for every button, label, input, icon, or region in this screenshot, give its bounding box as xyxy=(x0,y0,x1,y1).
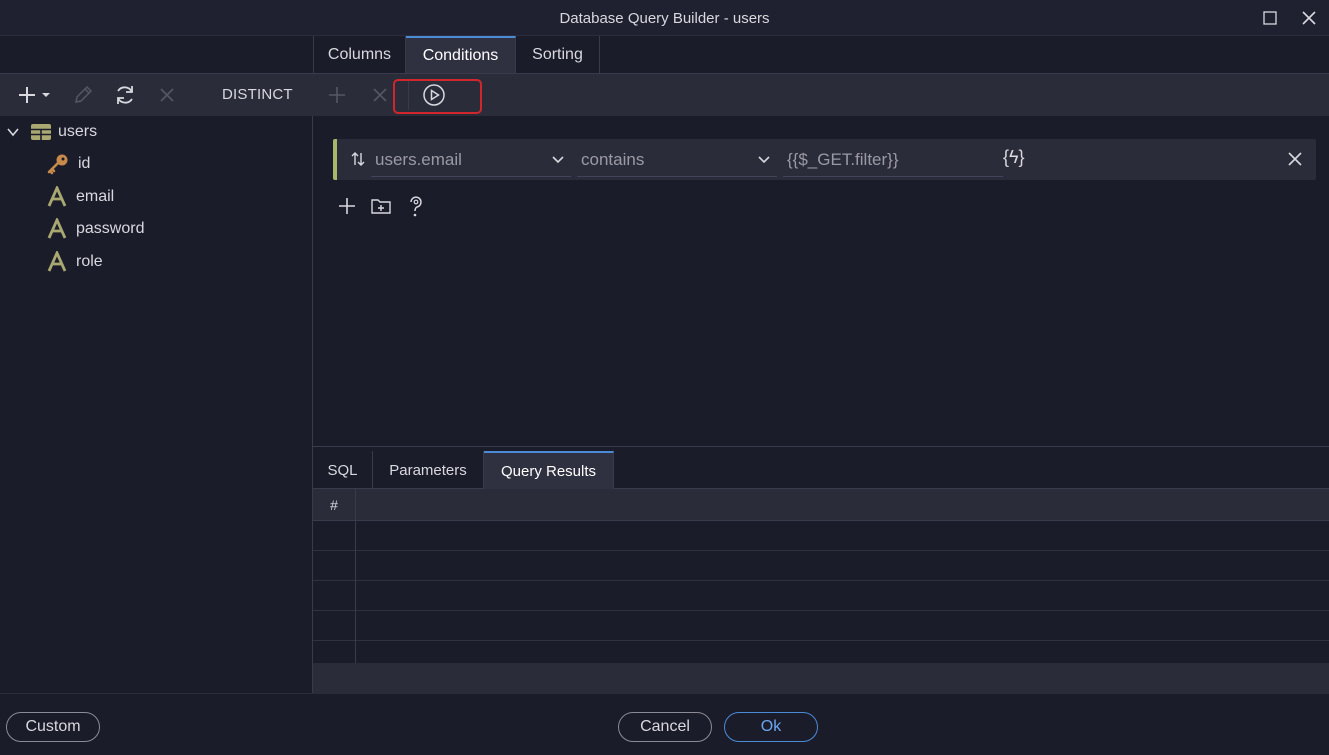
chevron-down-icon xyxy=(758,156,770,164)
toolbar-separator xyxy=(408,80,409,110)
table-row xyxy=(313,581,1329,611)
close-icon xyxy=(373,88,387,102)
cancel-button[interactable]: Cancel xyxy=(618,712,712,742)
tree-column-role[interactable]: role xyxy=(46,248,103,276)
column-label: id xyxy=(78,155,91,172)
title-bar: Database Query Builder - users xyxy=(0,0,1329,36)
add-condition-button[interactable] xyxy=(337,196,357,221)
condition-field-value: users.email xyxy=(375,149,462,169)
row-index-header: # xyxy=(313,489,356,521)
plus-icon xyxy=(329,87,345,103)
plus-icon xyxy=(339,198,355,214)
table-row xyxy=(313,521,1329,551)
results-header: # xyxy=(313,489,1329,521)
plus-icon xyxy=(19,87,35,103)
top-tab-bar: Columns Conditions Sorting xyxy=(0,36,1329,74)
table-icon xyxy=(31,124,51,140)
remove-condition-button[interactable] xyxy=(1287,151,1303,172)
text-type-icon xyxy=(47,186,67,207)
add-dropdown-button[interactable] xyxy=(12,80,56,110)
condition-field-select[interactable]: users.email xyxy=(371,143,571,177)
text-type-icon xyxy=(47,218,67,239)
column-label: role xyxy=(76,253,103,270)
add-group-button[interactable] xyxy=(370,196,392,221)
dynamic-lightning-icon: {ϟ} xyxy=(1003,147,1025,167)
toolbar: DISTINCT xyxy=(0,74,1329,116)
help-icon xyxy=(410,196,422,217)
run-query-button[interactable] xyxy=(420,80,448,110)
text-type-icon xyxy=(47,251,67,272)
condition-row: users.email contains {{$_GET.filter}} {ϟ… xyxy=(333,139,1316,180)
results-scrollbar-area xyxy=(313,663,1329,693)
column-label: password xyxy=(76,220,145,237)
tree-table-label: users xyxy=(58,123,98,140)
condition-operator-select[interactable]: contains xyxy=(577,143,777,177)
remove-condition-toolbar-button[interactable] xyxy=(368,80,392,110)
condition-value-input[interactable]: {{$_GET.filter}} xyxy=(783,143,1003,177)
maximize-icon xyxy=(1263,11,1277,25)
add-condition-toolbar-button[interactable] xyxy=(325,80,349,110)
chevron-down-icon xyxy=(552,156,564,164)
remove-button[interactable] xyxy=(155,80,179,110)
tab-parameters[interactable]: Parameters xyxy=(373,451,484,489)
table-row xyxy=(313,551,1329,581)
tree-table-users[interactable]: users xyxy=(6,118,97,146)
window-title: Database Query Builder - users xyxy=(559,10,770,27)
custom-button[interactable]: Custom xyxy=(6,712,100,742)
chevron-down-icon xyxy=(7,128,19,137)
condition-operator-value: contains xyxy=(581,149,645,169)
refresh-button[interactable] xyxy=(110,80,140,110)
key-icon xyxy=(47,154,68,175)
tab-columns[interactable]: Columns xyxy=(313,36,406,73)
close-icon xyxy=(1302,11,1316,25)
table-row xyxy=(313,641,1329,663)
refresh-icon xyxy=(117,86,133,104)
tab-sql[interactable]: SQL xyxy=(313,451,373,489)
sort-arrows-icon xyxy=(351,152,365,166)
conditions-panel: users.email contains {{$_GET.filter}} {ϟ… xyxy=(313,116,1329,446)
tab-conditions[interactable]: Conditions xyxy=(406,36,516,73)
close-icon xyxy=(160,88,174,102)
maximize-button[interactable] xyxy=(1258,6,1282,30)
help-button[interactable] xyxy=(407,195,425,224)
table-row xyxy=(313,611,1329,641)
distinct-toggle[interactable]: DISTINCT xyxy=(222,86,293,103)
play-circle-icon xyxy=(423,84,445,106)
column-label: email xyxy=(76,188,115,205)
ok-button[interactable]: Ok xyxy=(724,712,818,742)
edit-button[interactable] xyxy=(68,80,98,110)
tree-column-id[interactable]: id xyxy=(46,150,90,178)
folder-plus-icon xyxy=(371,199,391,214)
tree-column-password[interactable]: password xyxy=(46,215,144,243)
dialog-footer: Custom Cancel Ok xyxy=(0,693,1329,755)
schema-tree: users id email password role xyxy=(0,116,313,693)
condition-value-text: {{$_GET.filter}} xyxy=(787,149,899,169)
close-window-button[interactable] xyxy=(1297,6,1321,30)
close-icon xyxy=(1288,152,1302,166)
tab-query-results[interactable]: Query Results xyxy=(484,451,614,489)
tab-sorting[interactable]: Sorting xyxy=(516,36,600,73)
pencil-icon xyxy=(75,85,93,103)
bottom-tab-bar: SQL Parameters Query Results xyxy=(313,446,1329,489)
dynamic-data-button[interactable]: {ϟ} xyxy=(1003,147,1025,168)
caret-down-icon xyxy=(42,93,50,97)
tree-column-email[interactable]: email xyxy=(46,183,114,211)
results-grid: # xyxy=(313,489,1329,663)
